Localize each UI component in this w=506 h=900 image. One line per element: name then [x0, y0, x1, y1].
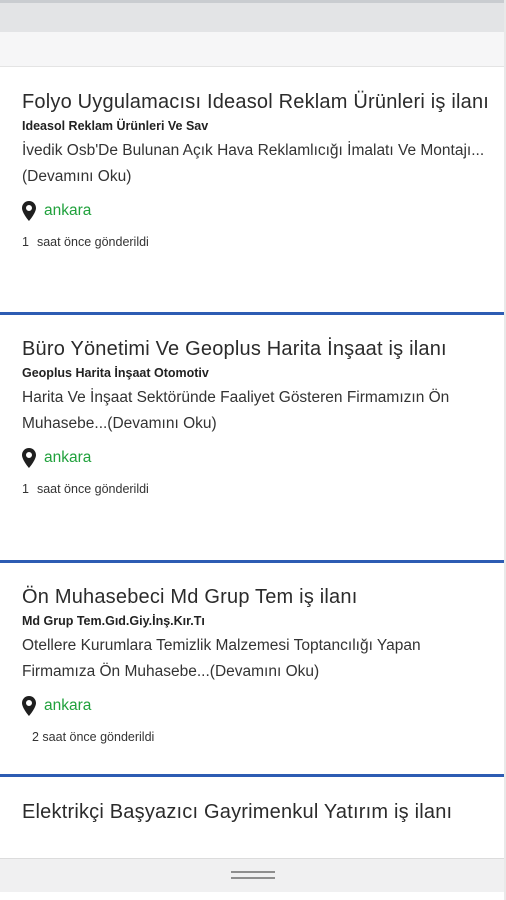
job-summary[interactable]: İvedik Osb'De Bulunan Açık Hava Reklamlı…	[22, 138, 492, 190]
map-pin-icon	[22, 696, 36, 716]
drag-handle-icon[interactable]	[231, 871, 275, 880]
job-title[interactable]: Elektrikçi Başyazıcı Gayrimenkul Yatırım…	[22, 797, 492, 827]
map-pin-icon	[22, 448, 36, 468]
posted-text: saat önce gönderildi	[36, 235, 149, 249]
posted-count: 1	[22, 482, 29, 496]
job-card[interactable]: Folyo Uygulamacısı Ideasol Reklam Ürünle…	[0, 67, 506, 312]
bottom-bar	[0, 858, 506, 893]
header-strip	[0, 32, 506, 67]
location-city: ankara	[44, 202, 92, 219]
posted-count: 1	[22, 235, 29, 249]
company-name: Geoplus Harita İnşaat Otomotiv	[22, 366, 209, 380]
map-pin-icon	[22, 201, 36, 221]
location-row: ankara	[22, 447, 492, 469]
location-city: ankara	[44, 449, 92, 466]
bottom-edge	[0, 892, 506, 900]
location-city: ankara	[44, 697, 92, 714]
company-name: Ideasol Reklam Ürünleri Ve Sav	[22, 119, 209, 133]
location-row: ankara	[22, 695, 492, 717]
app-frame: Folyo Uygulamacısı Ideasol Reklam Ürünle…	[0, 0, 506, 900]
job-title[interactable]: Büro Yönetimi Ve Geoplus Harita İnşaat i…	[22, 334, 492, 364]
job-card[interactable]: Ön Muhasebeci Md Grup Tem iş ilanı Md Gr…	[0, 560, 506, 774]
location-row: ankara	[22, 200, 492, 222]
job-title[interactable]: Folyo Uygulamacısı Ideasol Reklam Ürünle…	[22, 87, 492, 117]
job-summary[interactable]: Otellere Kurumlara Temizlik Malzemesi To…	[22, 633, 492, 685]
company-name: Md Grup Tem.Gıd.Giy.İnş.Kır.Tı	[22, 614, 205, 628]
job-summary[interactable]: Harita Ve İnşaat Sektöründe Faaliyet Gös…	[22, 385, 492, 437]
posted-time: 1 saat önce gönderildi	[22, 234, 492, 250]
posted-time: 2 saat önce gönderildi	[22, 729, 492, 745]
top-bar	[0, 3, 506, 32]
job-title[interactable]: Ön Muhasebeci Md Grup Tem iş ilanı	[22, 582, 492, 612]
posted-time: 1 saat önce gönderildi	[22, 481, 492, 497]
posted-text: 2 saat önce gönderildi	[32, 730, 155, 744]
job-card[interactable]: Büro Yönetimi Ve Geoplus Harita İnşaat i…	[0, 312, 506, 560]
posted-text: saat önce gönderildi	[36, 482, 149, 496]
job-listing: Folyo Uygulamacısı Ideasol Reklam Ürünle…	[0, 67, 506, 894]
